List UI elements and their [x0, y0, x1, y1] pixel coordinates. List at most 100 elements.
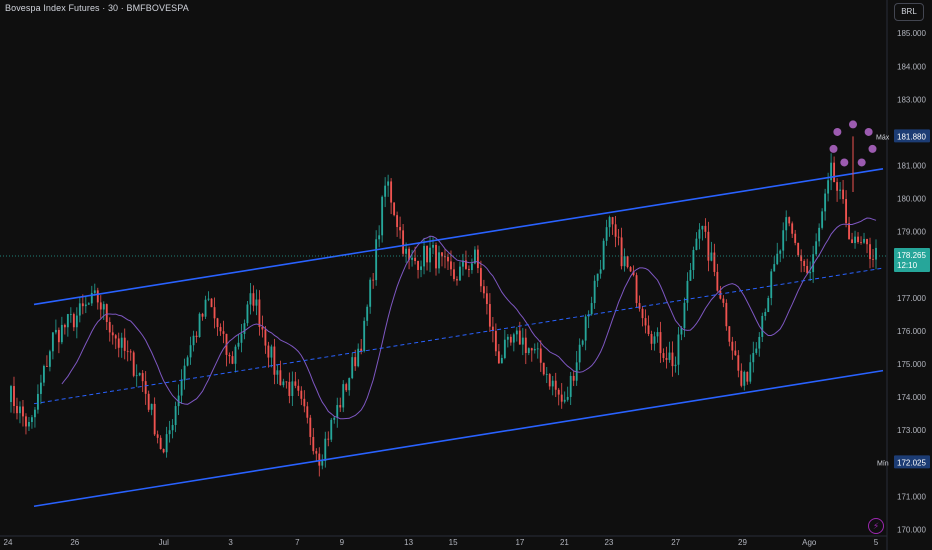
- candle-body: [857, 236, 859, 243]
- candle-body: [512, 334, 515, 343]
- candle-body: [794, 233, 797, 243]
- candle-body: [488, 304, 491, 327]
- candle-body: [482, 286, 485, 294]
- candle-body: [527, 348, 530, 354]
- candle-body: [351, 357, 354, 379]
- candle-body: [333, 417, 336, 420]
- candle-body: [683, 302, 686, 329]
- candle-body: [339, 405, 342, 408]
- marker-dot: [833, 127, 842, 136]
- candle-body: [285, 381, 288, 383]
- candle-body: [108, 322, 111, 333]
- marker-dot: [829, 144, 838, 153]
- candle-body: [375, 239, 378, 281]
- candle-body: [770, 271, 773, 299]
- candle-body: [635, 275, 638, 304]
- candle-body: [647, 325, 650, 335]
- candle-body: [833, 162, 836, 183]
- candle-body: [471, 263, 473, 271]
- candle-body: [102, 304, 105, 310]
- candle-body: [126, 350, 129, 352]
- candle-body: [396, 215, 399, 228]
- min-value: 172.025: [897, 458, 926, 467]
- candle-body: [246, 304, 249, 324]
- candle-body: [426, 245, 428, 263]
- symbol-title[interactable]: Bovespa Index Futures · 30 · BMFBOVESPA: [5, 3, 189, 13]
- time-tick-label: 26: [70, 538, 79, 547]
- min-label: Mín: [877, 460, 889, 467]
- time-tick-label: Ago: [802, 538, 817, 547]
- time-tick-label: 24: [4, 538, 13, 547]
- candle-body: [845, 199, 847, 224]
- candle-body: [545, 374, 548, 375]
- candle-body: [767, 298, 770, 313]
- candle-body: [860, 242, 862, 243]
- candle-body: [19, 406, 21, 414]
- candle-body: [135, 375, 138, 377]
- candle-body: [863, 238, 865, 243]
- candle-body: [31, 417, 33, 422]
- candle-body: [360, 348, 363, 352]
- candle-body: [551, 380, 554, 387]
- candle-body: [785, 217, 788, 231]
- price-tick-label: 179.000: [897, 228, 926, 237]
- candle-body: [144, 381, 147, 394]
- candle-body: [602, 240, 605, 270]
- candle-body: [444, 256, 446, 258]
- candle-body: [740, 370, 743, 386]
- candle-body: [34, 409, 36, 418]
- candle-body: [210, 298, 213, 308]
- candle-body: [548, 374, 551, 387]
- marker-dot: [840, 158, 849, 167]
- candle-body: [662, 353, 665, 358]
- candle-body: [276, 370, 279, 375]
- candle-body: [240, 333, 243, 343]
- currency-button[interactable]: BRL: [894, 3, 924, 21]
- candle-body: [48, 351, 51, 367]
- candle-body: [93, 290, 96, 293]
- time-tick-label: 21: [560, 538, 569, 547]
- candle-body: [291, 381, 294, 396]
- price-tick-label: 180.000: [897, 195, 926, 204]
- candle-body: [84, 304, 87, 307]
- candle-body: [138, 373, 141, 376]
- candle-body: [252, 293, 255, 306]
- candle-body: [22, 406, 24, 417]
- candle-body: [695, 238, 698, 251]
- candle-body: [435, 244, 437, 269]
- channel-upper-line: [33, 168, 884, 306]
- candle-body: [629, 267, 632, 272]
- candle-body: [198, 313, 201, 337]
- price-chart[interactable]: 170.000171.000172.000173.000174.000175.0…: [0, 0, 932, 550]
- candle-body: [243, 323, 246, 334]
- candle-body: [123, 337, 126, 351]
- candle-body: [258, 299, 261, 327]
- flash-icon[interactable]: ⚡: [868, 518, 884, 534]
- candle-body: [315, 451, 318, 454]
- marker-dot: [868, 144, 877, 153]
- candle-body: [420, 266, 422, 270]
- candle-body: [656, 332, 659, 337]
- candle-body: [366, 306, 369, 321]
- price-tick-label: 181.000: [897, 162, 926, 171]
- max-label: Máx: [876, 134, 890, 141]
- candle-body: [453, 269, 455, 280]
- time-tick-label: 17: [515, 538, 524, 547]
- candle-body: [599, 269, 602, 274]
- time-tick-label: 29: [738, 538, 747, 547]
- candle-body: [69, 314, 72, 315]
- candle-body: [186, 357, 189, 366]
- candle-body: [216, 318, 219, 328]
- marker-dot: [849, 120, 857, 129]
- candle-body: [557, 389, 560, 395]
- candle-body: [10, 386, 12, 403]
- time-axis[interactable]: 24 26 Jul 3 7 9 13 15 17 21 23 27 29 Ago 5: [0, 535, 887, 547]
- candle-body: [848, 223, 850, 240]
- price-tick-label: 174.000: [897, 393, 926, 402]
- candle-body: [782, 230, 785, 251]
- candle-body: [872, 258, 874, 260]
- candle-body: [620, 237, 623, 267]
- time-tick-label: 3: [228, 538, 233, 547]
- moving-average-line: [61, 217, 877, 420]
- price-axis[interactable]: 170.000171.000172.000173.000174.000175.0…: [876, 0, 930, 550]
